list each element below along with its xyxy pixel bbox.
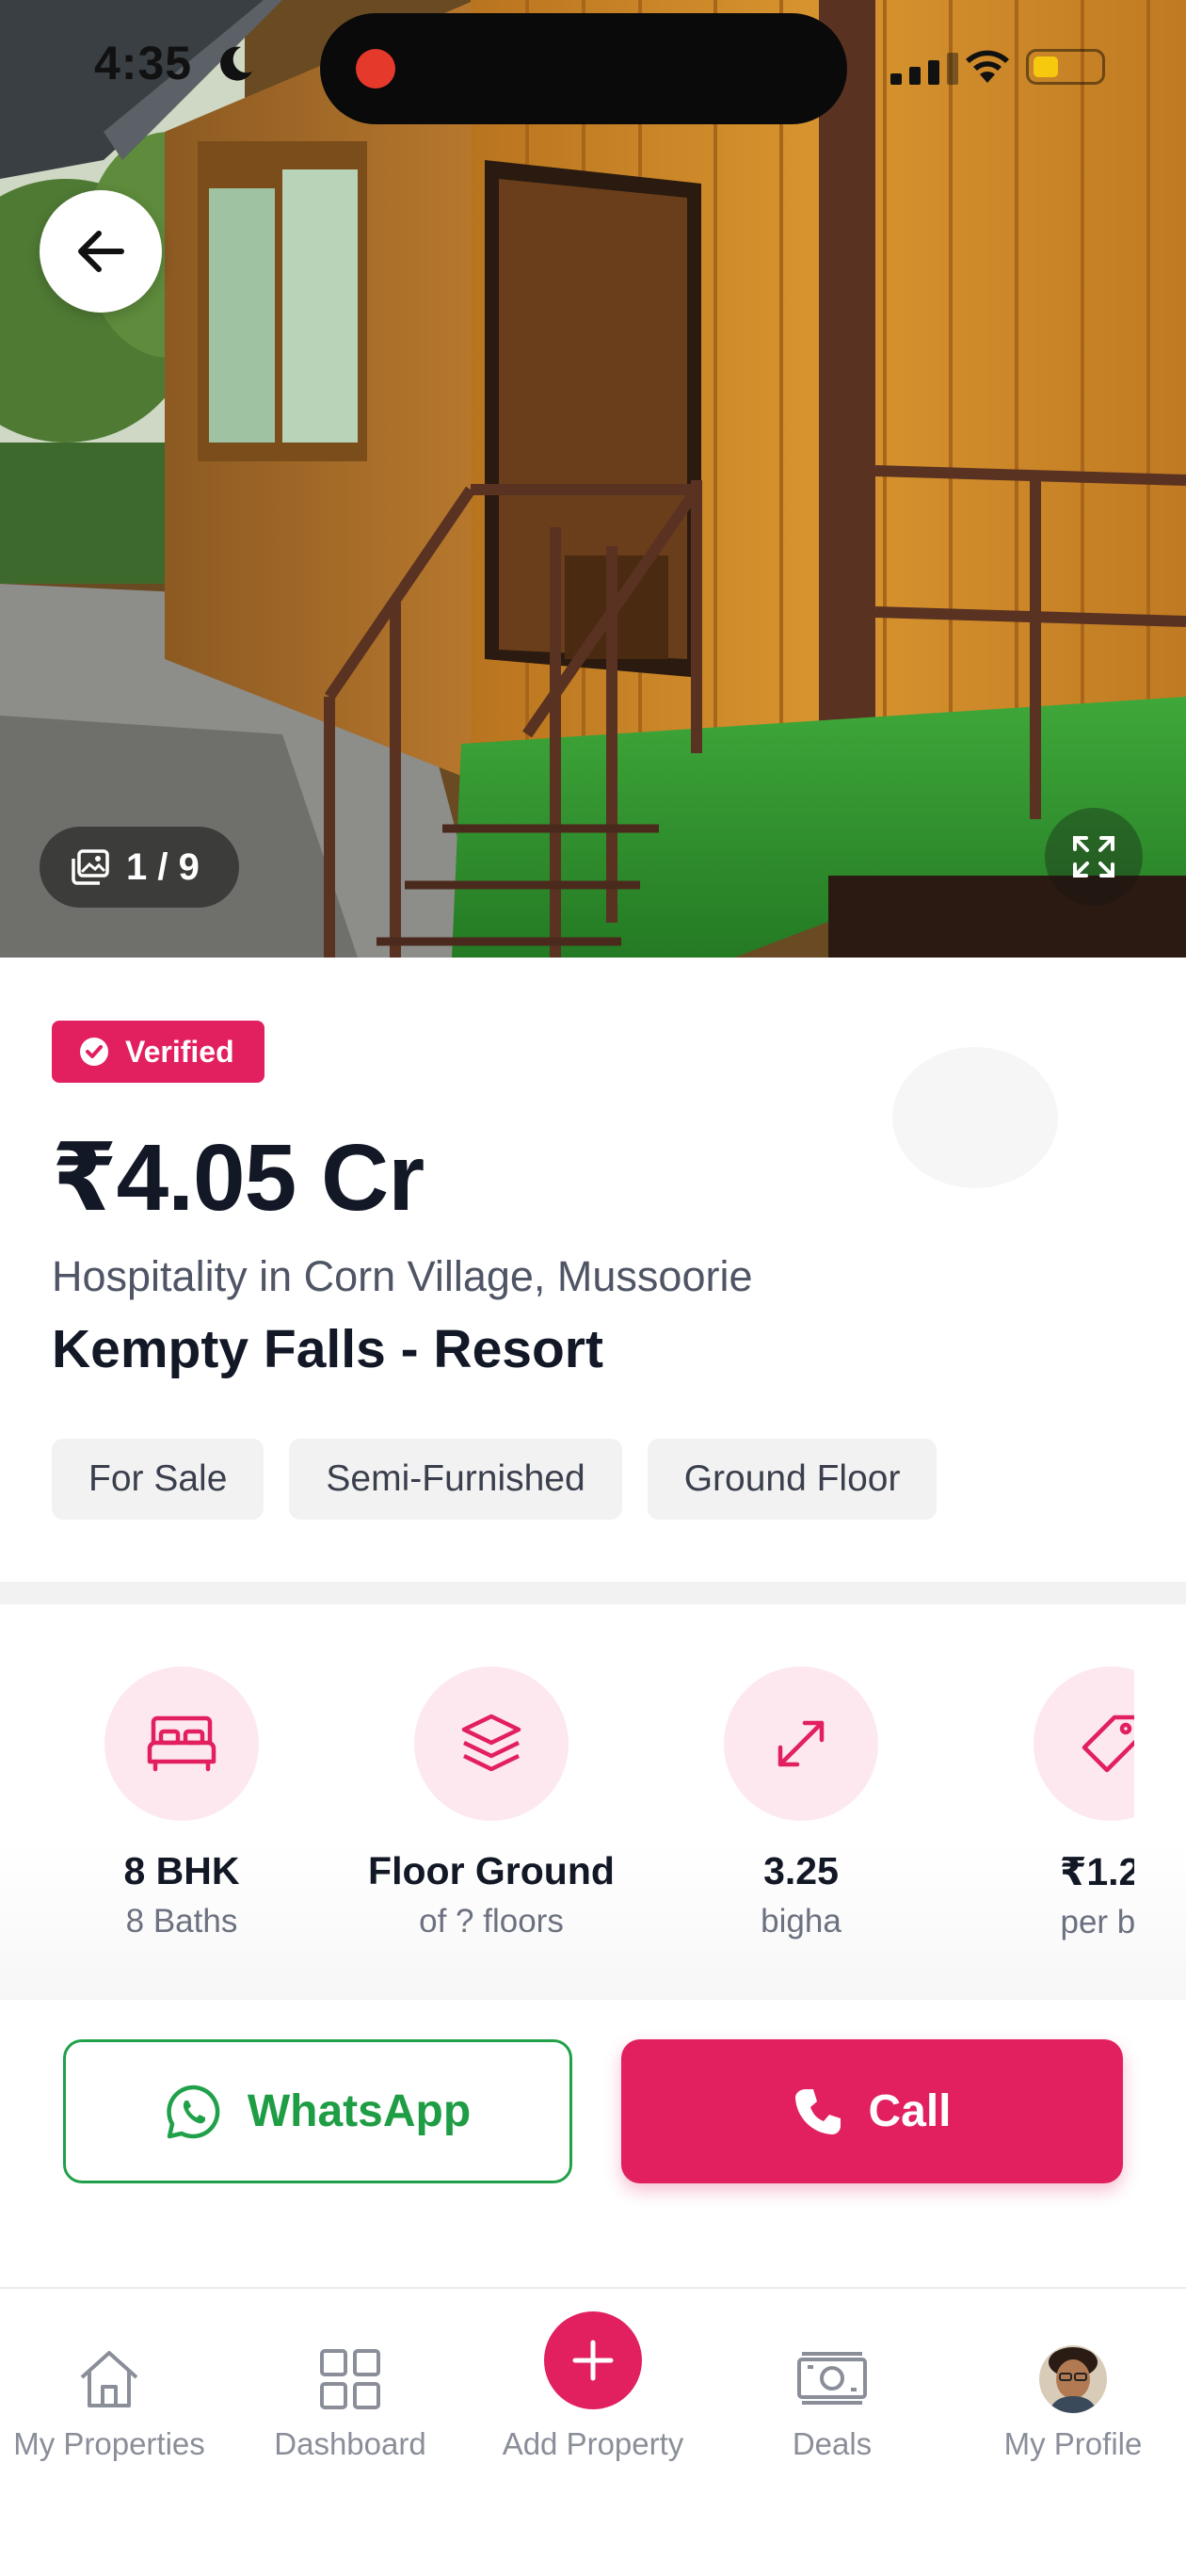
feature-value: ₹1.25	[1059, 1850, 1134, 1893]
feature-bhk: 8 BHK 8 Baths	[40, 1666, 323, 1940]
verified-badge: Verified	[52, 1021, 264, 1083]
whatsapp-label: WhatsApp	[247, 2086, 472, 2136]
tab-label: Dashboard	[274, 2426, 426, 2461]
bottom-tab-bar: My Properties Dashboard Add Property Dea…	[0, 2287, 1186, 2576]
tag-furnishing: Semi-Furnished	[289, 1439, 622, 1520]
add-property-button[interactable]	[544, 2311, 642, 2409]
moon-icon	[220, 46, 252, 81]
back-button[interactable]	[40, 190, 162, 313]
tab-label: Deals	[792, 2426, 873, 2461]
price-tag-icon	[1082, 1715, 1134, 1773]
tab-add-property[interactable]: Add Property	[473, 2311, 713, 2462]
contact-actions: WhatsApp Call	[0, 2000, 1186, 2287]
tab-my-profile[interactable]: My Profile	[953, 2343, 1186, 2462]
check-circle-icon	[80, 1038, 108, 1066]
arrow-left-icon	[78, 231, 124, 272]
features-carousel[interactable]: 8 BHK 8 Baths Floor Ground of ? floors 3…	[0, 1604, 1186, 2000]
tag-floor: Ground Floor	[647, 1439, 938, 1520]
feature-floor: Floor Ground of ? floors	[350, 1666, 633, 1940]
listing-price: ₹4.05 Cr	[52, 1125, 425, 1231]
cabin-photo	[0, 0, 1186, 958]
photo-counter-text: 1 / 9	[126, 845, 200, 888]
expand-icon	[1073, 836, 1114, 877]
listing-title: Kempty Falls - Resort	[52, 1319, 603, 1379]
feature-value: 8 BHK	[123, 1849, 240, 1892]
call-label: Call	[868, 2086, 952, 2136]
feature-value: Floor Ground	[368, 1849, 615, 1892]
tab-my-properties[interactable]: My Properties	[0, 2343, 230, 2462]
property-photo[interactable]: 4:35 1 / 9	[0, 0, 1186, 958]
home-icon	[80, 2351, 138, 2407]
plus-icon	[572, 2340, 614, 2381]
call-button[interactable]: Call	[621, 2039, 1123, 2183]
feature-sub: 8 Baths	[125, 1903, 238, 1940]
wifi-icon	[966, 50, 1009, 83]
faded-overlay-button	[892, 1047, 1058, 1188]
layers-icon	[461, 1714, 521, 1772]
feature-rate: ₹1.25 per big	[970, 1666, 1134, 1941]
listing-subtitle: Hospitality in Corn Village, Mussoorie	[52, 1252, 753, 1300]
status-time: 4:35	[94, 37, 193, 89]
feature-value: 3.25	[763, 1849, 839, 1892]
section-divider	[0, 1582, 1186, 1604]
dynamic-island	[320, 13, 847, 124]
tab-deals[interactable]: Deals	[712, 2343, 953, 2462]
avatar	[1039, 2345, 1107, 2413]
listing-tags: For Sale Semi-Furnished Ground Floor	[52, 1439, 938, 1520]
status-bar: 4:35	[0, 0, 1186, 132]
tab-label: My Properties	[13, 2426, 205, 2461]
whatsapp-button[interactable]: WhatsApp	[63, 2039, 572, 2183]
resize-arrow-icon	[777, 1720, 825, 1767]
feature-sub: per big	[1060, 1904, 1134, 1940]
battery-icon	[1026, 49, 1105, 85]
bed-icon	[147, 1715, 216, 1772]
recording-indicator-icon	[356, 49, 395, 89]
tab-label: My Profile	[1003, 2426, 1143, 2461]
gallery-icon	[72, 849, 109, 885]
feature-sub: of ? floors	[419, 1903, 564, 1940]
tag-for-sale: For Sale	[52, 1439, 264, 1520]
grid-icon	[320, 2349, 380, 2409]
tab-dashboard[interactable]: Dashboard	[230, 2343, 471, 2462]
photo-counter[interactable]: 1 / 9	[40, 827, 239, 908]
cellular-signal-icon	[890, 53, 958, 85]
tab-label: Add Property	[502, 2426, 684, 2461]
profile-photo	[1039, 2345, 1107, 2413]
phone-icon	[795, 2088, 841, 2134]
feature-sub: bigha	[761, 1903, 841, 1940]
feature-area: 3.25 bigha	[660, 1666, 942, 1940]
verified-label: Verified	[125, 1034, 234, 1069]
whatsapp-icon	[167, 2085, 220, 2138]
banknote-icon	[797, 2352, 867, 2405]
fullscreen-button[interactable]	[1045, 808, 1143, 906]
